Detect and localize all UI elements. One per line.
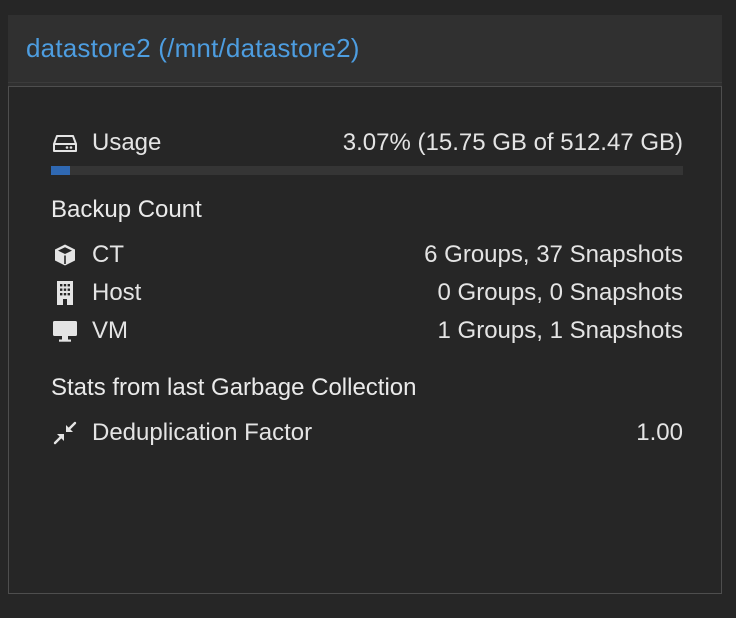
panel-header: datastore2 (/mnt/datastore2) bbox=[8, 15, 722, 83]
backup-count-title: Backup Count bbox=[51, 196, 202, 223]
backup-row-label: VM bbox=[92, 317, 128, 344]
gc-row-label: Deduplication Factor bbox=[92, 419, 313, 446]
usage-label: Usage bbox=[92, 129, 162, 156]
panel-body: Usage 3.07% (15.75 GB of 512.47 GB) Back… bbox=[8, 86, 722, 594]
backup-row-label: CT bbox=[92, 241, 124, 268]
cube-icon bbox=[52, 242, 78, 268]
usage-progress-bar bbox=[51, 166, 683, 175]
datastore-panel: datastore2 (/mnt/datastore2) Usage 3.07%… bbox=[8, 15, 722, 594]
backup-row-ct: CT 6 Groups, 37 Snapshots bbox=[51, 238, 683, 272]
gc-row-dedup: Deduplication Factor 1.00 bbox=[51, 416, 683, 450]
gc-row-value: 1.00 bbox=[636, 419, 683, 446]
building-icon bbox=[52, 280, 78, 306]
usage-row: Usage 3.07% (15.75 GB of 512.47 GB) bbox=[51, 126, 683, 160]
backup-row-label: Host bbox=[92, 279, 142, 306]
backup-row-value: 0 Groups, 0 Snapshots bbox=[437, 279, 683, 306]
hdd-icon bbox=[52, 130, 78, 156]
backup-row-value: 6 Groups, 37 Snapshots bbox=[424, 241, 683, 268]
desktop-icon bbox=[52, 318, 78, 344]
compress-icon bbox=[52, 420, 78, 446]
usage-value: 3.07% (15.75 GB of 512.47 GB) bbox=[342, 129, 683, 156]
panel-title[interactable]: datastore2 (/mnt/datastore2) bbox=[26, 33, 360, 64]
gc-stats-title: Stats from last Garbage Collection bbox=[51, 374, 417, 401]
usage-progress-fill bbox=[51, 166, 71, 175]
backup-row-host: Host 0 Groups, 0 Snapshots bbox=[51, 276, 683, 310]
backup-row-vm: VM 1 Groups, 1 Snapshots bbox=[51, 314, 683, 348]
backup-row-value: 1 Groups, 1 Snapshots bbox=[437, 317, 683, 344]
